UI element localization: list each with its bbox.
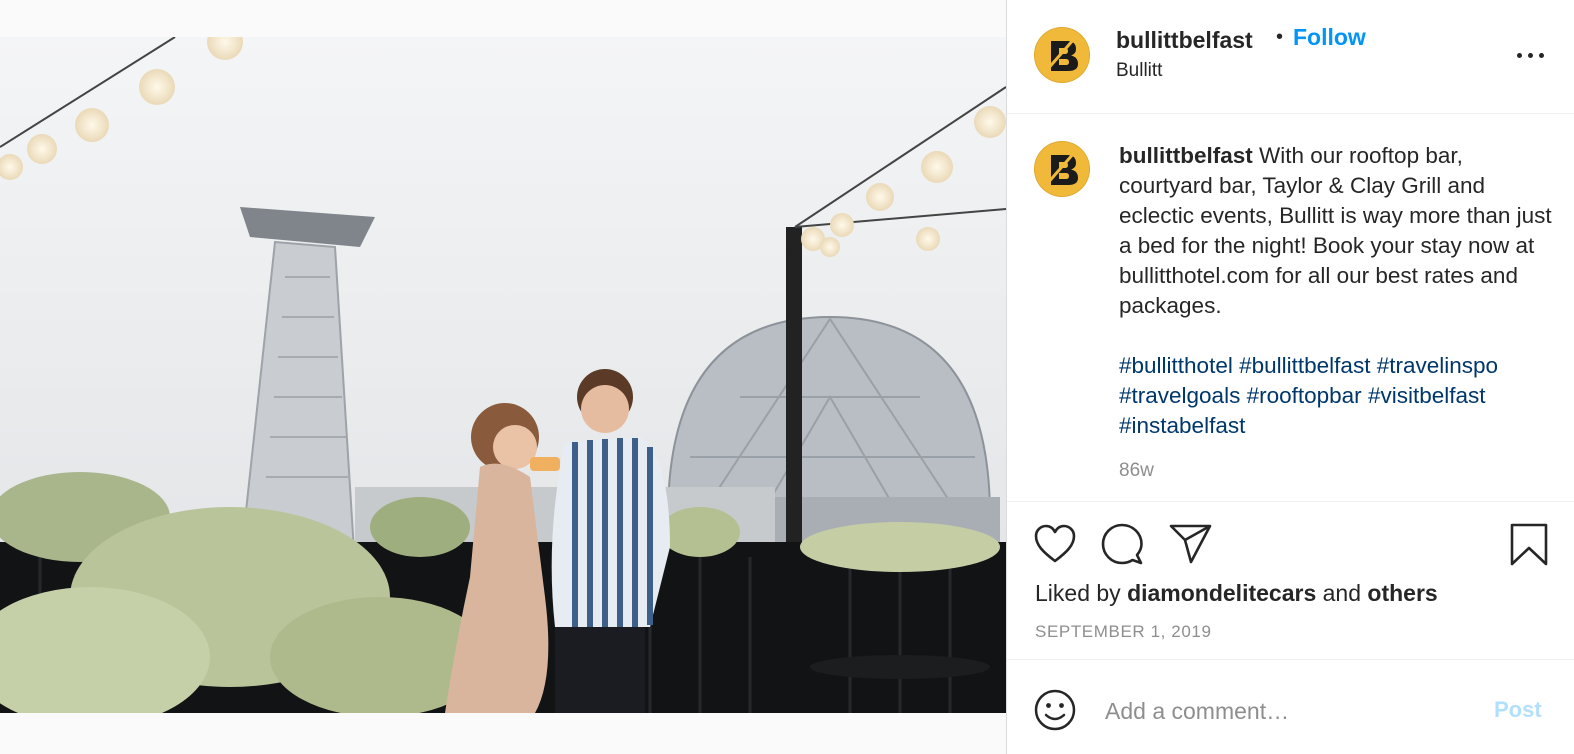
caption-area: bullittbelfast With our rooftop bar, cou… — [1007, 114, 1574, 502]
hashtags: #bullitthotel #bullittbelfast #travelins… — [1119, 351, 1559, 441]
comment-box: Post — [1007, 660, 1574, 754]
liked-by-user[interactable]: diamondelitecars — [1127, 580, 1316, 606]
caption-avatar[interactable] — [1034, 141, 1090, 197]
hashtag-link[interactable]: #instabelfast — [1119, 413, 1245, 438]
action-bar: Liked by diamondelitecars and others SEP… — [1007, 502, 1574, 660]
hashtag-link[interactable]: #bullittbelfast — [1239, 353, 1370, 378]
hashtag-link[interactable]: #rooftopbar — [1247, 383, 1362, 408]
rooftop-bar-photo — [0, 37, 1006, 713]
comment-input[interactable] — [1103, 693, 1467, 729]
caption-username[interactable]: bullittbelfast — [1119, 143, 1253, 168]
heart-icon[interactable] — [1033, 523, 1077, 570]
separator-dot: • — [1276, 26, 1284, 48]
likes-line: Liked by diamondelitecars and others — [1035, 580, 1438, 607]
header-username[interactable]: bullittbelfast — [1116, 27, 1253, 54]
post-comment-button[interactable]: Post — [1494, 697, 1542, 723]
post-header: bullittbelfast • Follow Bullitt — [1007, 0, 1574, 114]
bookmark-icon[interactable] — [1509, 522, 1549, 573]
post-date[interactable]: SEPTEMBER 1, 2019 — [1035, 622, 1212, 642]
hashtag-link[interactable]: #visitbelfast — [1368, 383, 1486, 408]
liked-by-and: and — [1322, 580, 1362, 606]
comment-icon[interactable] — [1100, 522, 1144, 571]
liked-by-others[interactable]: others — [1367, 580, 1437, 606]
post-side-panel: bullittbelfast • Follow Bullitt bullittb… — [1006, 0, 1574, 754]
caption: bullittbelfast With our rooftop bar, cou… — [1119, 141, 1559, 441]
hashtag-link[interactable]: #travelinspo — [1377, 353, 1498, 378]
hashtag-link[interactable]: #bullitthotel — [1119, 353, 1233, 378]
caption-text: With our rooftop bar, courtyard bar, Tay… — [1119, 143, 1552, 318]
paper-plane-icon[interactable] — [1168, 523, 1214, 570]
location-link[interactable]: Bullitt — [1116, 60, 1162, 82]
post-age[interactable]: 86w — [1119, 460, 1154, 482]
follow-button[interactable]: Follow — [1293, 24, 1366, 51]
avatar[interactable] — [1034, 27, 1090, 83]
emoji-icon[interactable] — [1034, 689, 1076, 736]
hashtag-link[interactable]: #travelgoals — [1119, 383, 1240, 408]
photo-pane — [0, 0, 1006, 754]
post-photo[interactable] — [0, 37, 1006, 713]
more-options-icon[interactable] — [1517, 45, 1547, 65]
liked-by-prefix: Liked by — [1035, 580, 1121, 606]
